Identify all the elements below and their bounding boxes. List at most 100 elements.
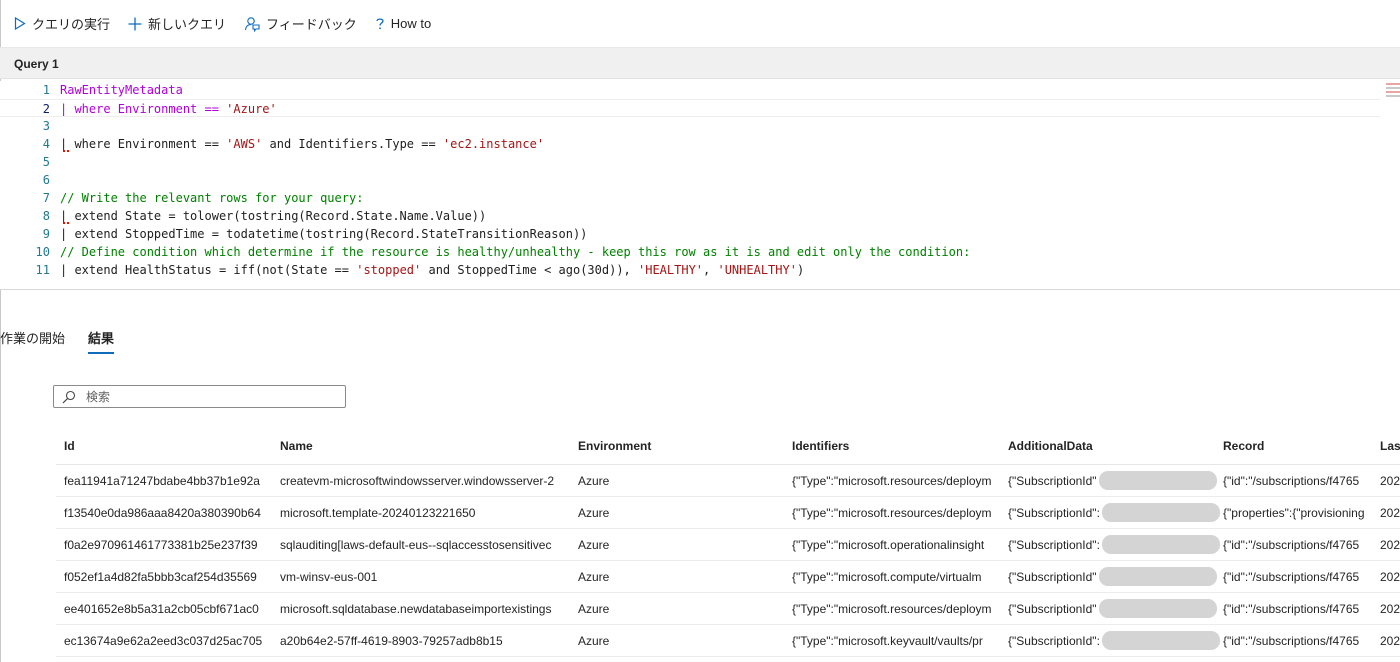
editor-minimap[interactable] [1386, 81, 1400, 111]
table-cell: ee401652e8b5a31a2cb05cbf671ac0 [64, 593, 276, 624]
new-query-button[interactable]: 新しいクエリ [128, 14, 226, 33]
table-cell: 202 [1380, 561, 1400, 592]
howto-button[interactable]: How to [375, 16, 431, 31]
code-token: 'ec2.instance' [442, 137, 545, 151]
code-token: 'AWS' [226, 137, 263, 151]
table-cell: {"Type":"microsoft.operationalinsight [792, 529, 1004, 560]
table-cell: {"Type":"microsoft.resources/deploym [792, 497, 1004, 528]
table-cell: {"properties":{"provisioning [1223, 497, 1377, 528]
play-icon [14, 17, 26, 30]
table-row[interactable]: f0a2e970961461773381b25e237f39 sqlauditin… [56, 529, 1400, 561]
line-number: 2 [42, 102, 50, 116]
tab-results[interactable]: 結果 [88, 320, 115, 354]
code-token: | extend HealthStatus = iff(not(State == [60, 263, 357, 277]
cell-text: {"id":"/subscriptions/f4765 [1223, 537, 1360, 552]
column-header[interactable]: Identifiers [792, 427, 1004, 464]
table-cell: {"Type":"microsoft.keyvault/vaults/pr [792, 625, 1004, 656]
column-header[interactable]: Environment [578, 427, 788, 464]
code-line[interactable]: 1 RawEntityMetadata [0, 81, 1380, 99]
code-token: | extend StoppedTime = todatetime(tostri… [60, 227, 588, 241]
table-cell: 202 [1380, 465, 1400, 496]
table-cell: microsoft.sqldatabase.newdatabaseimporte… [280, 593, 574, 624]
table-cell: Azure [578, 465, 788, 496]
table-cell: f052ef1a4d82fa5bbb3caf254d35569 [64, 561, 276, 592]
cell-text: {"Type":"microsoft.resources/deploym [792, 505, 992, 520]
tab-query-1[interactable]: Query 1 [0, 48, 59, 78]
search-box[interactable] [53, 385, 346, 408]
table-row[interactable]: fea11941a71247bdabe4bb37b1e92a createvm-m… [56, 465, 1400, 497]
feedback-button[interactable]: フィードバック [244, 14, 357, 33]
cell-text: {"Type":"microsoft.resources/deploym [792, 601, 992, 616]
line-number: 8 [42, 209, 50, 223]
code-token: , [703, 263, 718, 277]
table-cell: f0a2e970961461773381b25e237f39 [64, 529, 276, 560]
code-line[interactable]: 6 [0, 171, 1380, 189]
cell-text: {"id":"/subscriptions/f4765 [1223, 569, 1360, 584]
table-cell: ec13674a9e62a2eed3c037d25ac705 [64, 625, 276, 656]
code-text: | where Environment == 'AWS' and Identif… [60, 135, 544, 153]
run-query-button[interactable]: クエリの実行 [14, 14, 110, 33]
code-editor[interactable]: 1 RawEntityMetadata 2 | where Environment =… [0, 81, 1400, 290]
redacted-block [1101, 503, 1220, 522]
code-line[interactable]: 8 | extend State = tolower(tostring(Recor… [0, 207, 1380, 225]
table-header: Id Name Environment Identifiers AdditionalDa… [56, 427, 1400, 465]
code-text: | extend HealthStatus = iff(not(State ==… [60, 261, 804, 279]
cell-text: 202 [1380, 505, 1400, 520]
redacted-block [1101, 631, 1220, 650]
table-row[interactable]: f13540e0da986aaa8420a380390b64 microsoft.… [56, 497, 1400, 529]
code-line[interactable]: 7 // Write the relevant rows for your que… [0, 189, 1380, 207]
table-cell: {"SubscriptionId": [1008, 497, 1220, 528]
code-text: RawEntityMetadata [60, 81, 183, 99]
column-header[interactable]: Id [64, 427, 276, 464]
code-line[interactable]: 11 | extend HealthStatus = iff(not(State … [0, 261, 1380, 279]
cell-text: Azure [578, 473, 610, 488]
column-header[interactable]: Record [1223, 427, 1377, 464]
code-line[interactable]: 2 | where Environment == 'Azure' [0, 99, 1380, 117]
error-squiggle [63, 149, 69, 152]
column-header[interactable]: AdditionalData [1008, 427, 1220, 464]
code-line[interactable]: 10 // Define condition which determine if… [0, 243, 1380, 261]
table-cell: {"SubscriptionId" [1008, 561, 1220, 592]
table-cell: 202 [1380, 497, 1400, 528]
code-text: // Define condition which determine if t… [60, 243, 970, 261]
code-token: 'Azure' [226, 102, 277, 116]
results-table: Id Name Environment Identifiers AdditionalDa… [56, 427, 1400, 657]
error-squiggle [63, 221, 69, 224]
table-row[interactable]: f052ef1a4d82fa5bbb3caf254d35569 vm-winsv-… [56, 561, 1400, 593]
search-input[interactable] [86, 389, 336, 404]
tab-getting-started[interactable]: 作業の開始 [0, 320, 65, 354]
table-cell: 202 [1380, 593, 1400, 624]
code-token: | where Environment == [60, 137, 227, 151]
table-row[interactable]: ee401652e8b5a31a2cb05cbf671ac0 microsoft.… [56, 593, 1400, 625]
table-cell: {"id":"/subscriptions/f4765 [1223, 465, 1377, 496]
table-row[interactable]: ec13674a9e62a2eed3c037d25ac705 a20b64e2-5… [56, 625, 1400, 657]
code-line[interactable]: 3 [0, 117, 1380, 135]
code-line[interactable]: 9 | extend StoppedTime = todatetime(tostr… [0, 225, 1380, 243]
cell-text: f0a2e970961461773381b25e237f39 [64, 537, 258, 552]
cell-text: {"id":"/subscriptions/f4765 [1223, 601, 1360, 616]
table-cell: {"SubscriptionId" [1008, 593, 1220, 624]
query-tab-bar: Query 1 [0, 48, 1400, 79]
code-text: | where Environment == 'Azure' [60, 100, 277, 118]
cell-text: 202 [1380, 601, 1400, 616]
table-cell: {"id":"/subscriptions/f4765 [1223, 625, 1377, 656]
table-cell: Azure [578, 561, 788, 592]
line-number: 7 [42, 191, 50, 205]
cell-text: f13540e0da986aaa8420a380390b64 [64, 505, 261, 520]
code-line[interactable]: 5 [0, 153, 1380, 171]
code-token: 'stopped' [356, 263, 422, 277]
cell-text: createvm-microsoftwindowsserver.windowss… [280, 473, 555, 488]
result-tabs: 作業の開始 結果 [0, 320, 137, 354]
code-line[interactable]: 4 | where Environment == 'AWS' and Identi… [0, 135, 1380, 153]
line-number: 11 [35, 263, 50, 277]
feedback-icon [244, 16, 260, 32]
column-header[interactable]: Name [280, 427, 574, 464]
table-cell: f13540e0da986aaa8420a380390b64 [64, 497, 276, 528]
cell-text: {"SubscriptionId": [1008, 633, 1100, 648]
table-cell: microsoft.template-20240123221650 [280, 497, 574, 528]
table-cell: {"id":"/subscriptions/f4765 [1223, 529, 1377, 560]
column-header[interactable]: Las [1380, 427, 1400, 464]
cell-text: 202 [1380, 473, 1400, 488]
table-cell: {"id":"/subscriptions/f4765 [1223, 561, 1377, 592]
cell-text: Azure [578, 569, 610, 584]
